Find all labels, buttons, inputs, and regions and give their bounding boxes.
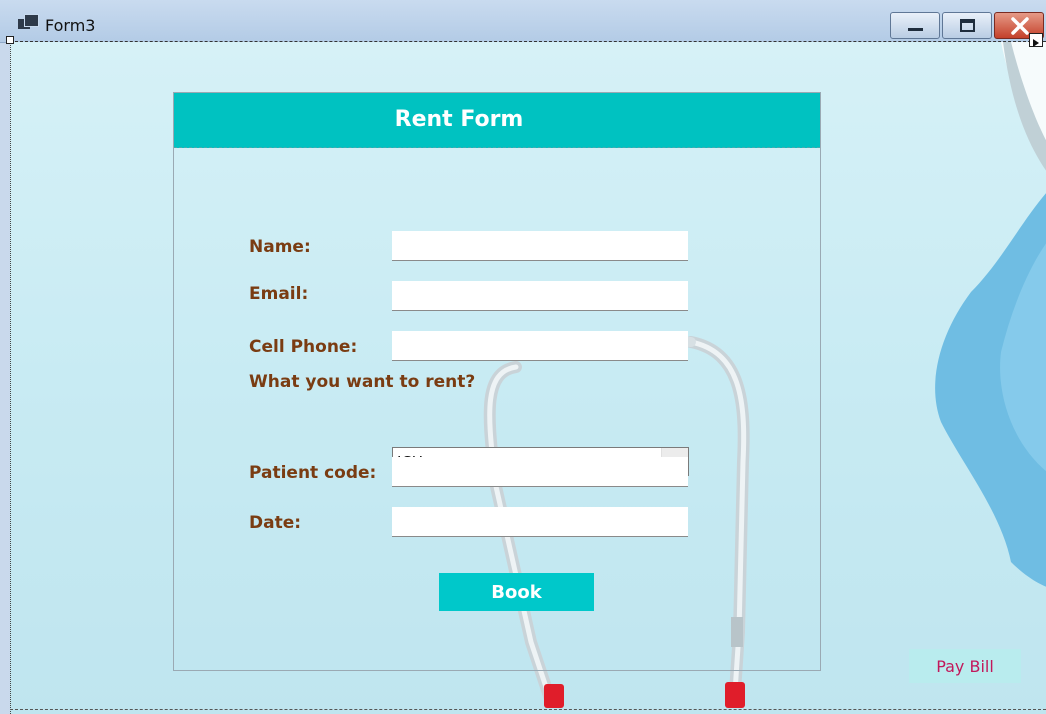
- title-bar[interactable]: Form3: [0, 0, 1046, 43]
- designer-smart-tag-arrow-icon[interactable]: [1029, 33, 1043, 47]
- minimize-icon: [908, 28, 923, 31]
- designer-resize-handle[interactable]: [6, 36, 14, 44]
- book-button[interactable]: Book: [439, 573, 594, 611]
- rent-form-title: Rent Form: [394, 107, 524, 132]
- rent-item-label: What you want to rent?: [249, 372, 476, 392]
- name-label: Name:: [249, 237, 311, 257]
- email-label: Email:: [249, 284, 309, 304]
- window-title: Form3: [45, 16, 96, 35]
- form-client-area: Rent Form Name: Email: Cell Phone: What …: [10, 42, 1046, 714]
- rent-form-header: Rent Form: [174, 93, 820, 148]
- minimize-button[interactable]: [890, 12, 940, 39]
- maximize-button[interactable]: [942, 12, 992, 39]
- name-input[interactable]: [392, 231, 688, 261]
- date-input[interactable]: [392, 507, 688, 537]
- rent-form-panel: Rent Form Name: Email: Cell Phone: What …: [173, 92, 821, 671]
- cell-phone-input[interactable]: [392, 331, 688, 361]
- email-input[interactable]: [392, 281, 688, 311]
- designer-selection-border-top: [10, 41, 1046, 42]
- pay-bill-button[interactable]: Pay Bill: [909, 649, 1021, 683]
- designer-selection-border-bottom: [10, 709, 1046, 710]
- cell-phone-label: Cell Phone:: [249, 337, 358, 357]
- patient-code-input[interactable]: [392, 457, 688, 487]
- patient-code-label: Patient code:: [249, 463, 377, 483]
- app-icon: [18, 14, 39, 32]
- date-label: Date:: [249, 513, 302, 533]
- app-window: Form3 Rent Form Name: Email: Cell Phone:…: [0, 0, 1046, 714]
- maximize-icon: [960, 19, 975, 32]
